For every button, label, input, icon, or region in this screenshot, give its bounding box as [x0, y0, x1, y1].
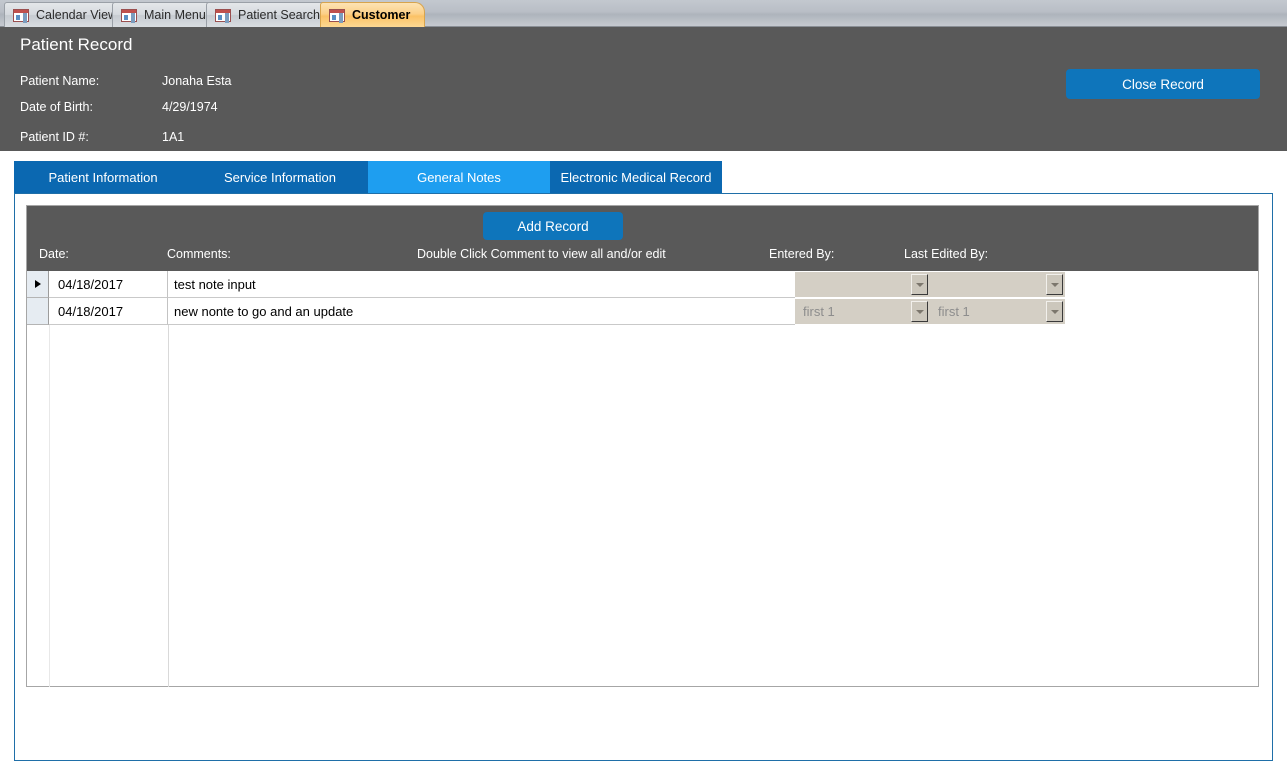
date-of-birth-value: 4/29/1974	[162, 100, 218, 114]
patient-header: Patient Record Patient Name: Jonaha Esta…	[0, 27, 1287, 151]
column-header-comments: Comments:	[167, 247, 231, 261]
notes-subform: Add Record Date: Comments: Double Click …	[26, 205, 1259, 687]
patient-name-value: Jonaha Esta	[162, 74, 232, 88]
tab-patient-information[interactable]: Patient Information	[14, 161, 192, 193]
chevron-down-icon[interactable]	[911, 301, 928, 322]
comments-column-divider	[168, 325, 169, 687]
access-form-icon	[13, 8, 29, 22]
last-edited-by-value: first 1	[938, 304, 970, 319]
tab-electronic-medical-record[interactable]: Electronic Medical Record	[550, 161, 722, 193]
table-row[interactable]: 04/18/2017 new nonte to go and an update…	[27, 298, 1258, 325]
document-tab-label: Calendar View	[36, 8, 118, 22]
column-header-date: Date:	[39, 247, 69, 261]
row-selector[interactable]	[27, 271, 49, 298]
tab-service-information[interactable]: Service Information	[192, 161, 368, 193]
section-tab-bar: Patient Information Service Information …	[14, 161, 722, 193]
patient-id-value: 1A1	[162, 130, 185, 144]
cell-date[interactable]: 04/18/2017	[49, 298, 168, 325]
document-tab-label: Customer	[352, 8, 411, 22]
document-tab-patient-search[interactable]: Patient Search	[206, 2, 335, 27]
current-record-caret-icon	[34, 280, 41, 288]
comments-edit-hint: Double Click Comment to view all and/or …	[417, 247, 666, 261]
table-row[interactable]: 04/18/2017 test note input	[27, 271, 1258, 298]
document-tab-customer[interactable]: Customer	[320, 2, 426, 27]
document-tab-main-menu[interactable]: Main Menu	[112, 2, 221, 27]
tab-general-notes[interactable]: General Notes	[368, 161, 550, 193]
cell-comment[interactable]: new nonte to go and an update	[168, 298, 795, 325]
access-form-icon	[329, 8, 345, 22]
cell-date[interactable]: 04/18/2017	[49, 271, 168, 298]
notes-subform-toolbar: Add Record Date: Comments: Double Click …	[27, 206, 1258, 271]
entered-by-value: first 1	[803, 304, 835, 319]
column-header-entered-by: Entered By:	[769, 247, 835, 261]
chevron-down-icon[interactable]	[1046, 301, 1063, 322]
document-tab-label: Patient Search	[238, 8, 320, 22]
date-of-birth-label: Date of Birth:	[20, 100, 93, 114]
last-edited-by-dropdown[interactable]	[930, 272, 1065, 297]
entered-by-dropdown[interactable]	[795, 272, 930, 297]
add-record-button[interactable]: Add Record	[483, 212, 623, 240]
document-tab-label: Main Menu	[144, 8, 206, 22]
access-form-icon	[121, 8, 137, 22]
close-record-button[interactable]: Close Record	[1066, 69, 1260, 99]
row-selector-column-divider	[49, 325, 50, 687]
entered-by-dropdown[interactable]: first 1	[795, 299, 930, 324]
column-header-last-edited-by: Last Edited By:	[904, 247, 989, 261]
patient-id-label: Patient ID #:	[20, 130, 89, 144]
access-form-icon	[215, 8, 231, 22]
general-notes-panel: Add Record Date: Comments: Double Click …	[14, 193, 1273, 761]
row-selector[interactable]	[27, 298, 49, 325]
chevron-down-icon[interactable]	[911, 274, 928, 295]
document-tab-strip: Calendar View Main Menu Patient Search C…	[0, 0, 1287, 27]
last-edited-by-dropdown[interactable]: first 1	[930, 299, 1065, 324]
notes-row-list: 04/18/2017 test note input 04/18/2017 ne…	[27, 271, 1258, 325]
patient-name-label: Patient Name:	[20, 74, 100, 88]
page-title: Patient Record	[20, 35, 133, 54]
cell-comment[interactable]: test note input	[168, 271, 795, 298]
chevron-down-icon[interactable]	[1046, 274, 1063, 295]
